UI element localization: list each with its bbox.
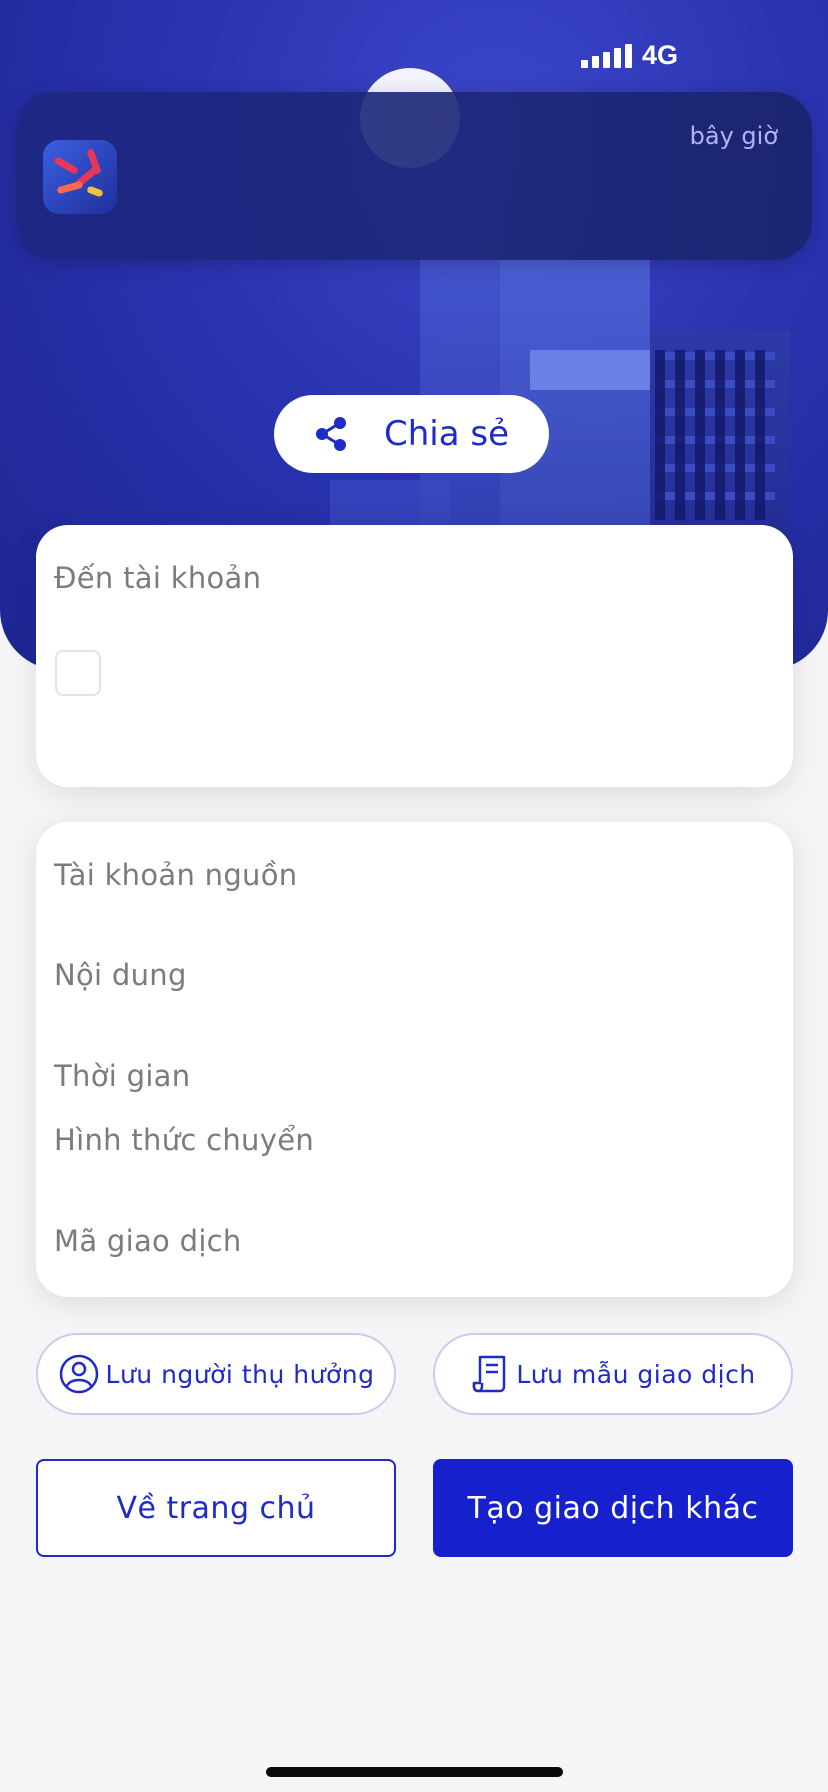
- new-transaction-button[interactable]: Tạo giao dịch khác: [433, 1459, 793, 1557]
- notification-time: bây giờ: [689, 122, 778, 150]
- save-beneficiary-label: Lưu người thụ hưởng: [105, 1359, 375, 1389]
- share-label: Chia sẻ: [383, 414, 509, 454]
- detail-label-time: Thời gian: [54, 1059, 191, 1093]
- home-button[interactable]: Về trang chủ: [36, 1459, 396, 1557]
- recipient-title: Đến tài khoản: [54, 561, 262, 595]
- save-template-label: Lưu mẫu giao dịch: [516, 1359, 756, 1389]
- building-windows: [655, 350, 775, 520]
- save-template-button[interactable]: Lưu mẫu giao dịch: [433, 1333, 793, 1415]
- app-icon: [43, 140, 117, 214]
- detail-label-content: Nội dung: [54, 958, 187, 992]
- notification-banner[interactable]: bây giờ: [16, 92, 812, 260]
- recipient-checkbox[interactable]: [55, 650, 101, 696]
- home-indicator[interactable]: [266, 1767, 563, 1777]
- recipient-card: Đến tài khoản: [36, 525, 793, 787]
- cellular-signal-icon: [580, 43, 632, 68]
- detail-label-transfer-type: Hình thức chuyển: [54, 1123, 315, 1157]
- building-decoration: [530, 350, 650, 390]
- network-type: 4G: [641, 40, 678, 70]
- save-beneficiary-button[interactable]: Lưu người thụ hưởng: [36, 1333, 396, 1415]
- share-icon: [315, 417, 346, 451]
- transaction-details-card: Tài khoản nguồn Nội dung Thời gian Hình …: [36, 822, 793, 1297]
- new-transaction-label: Tạo giao dịch khác: [467, 1490, 759, 1526]
- status-bar-right: 4G: [580, 40, 678, 71]
- detail-label-source-account: Tài khoản nguồn: [54, 858, 298, 892]
- receipt-icon: [473, 1355, 506, 1393]
- user-circle-icon: [59, 1354, 98, 1394]
- detail-label-transaction-id: Mã giao dịch: [54, 1224, 242, 1258]
- share-button[interactable]: Chia sẻ: [274, 395, 549, 473]
- home-button-label: Về trang chủ: [116, 1490, 316, 1526]
